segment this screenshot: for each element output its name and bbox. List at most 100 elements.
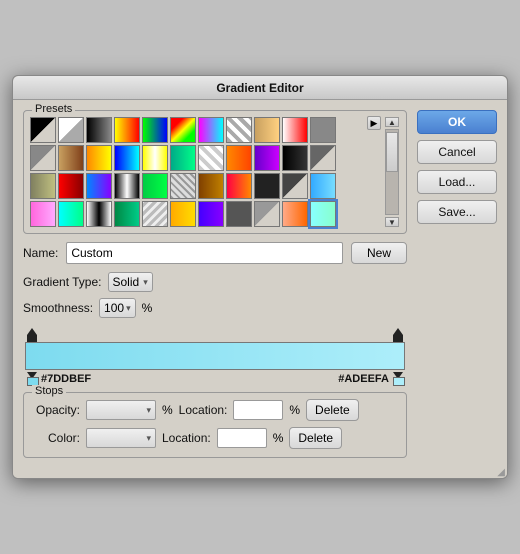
swatch-42[interactable] [254, 201, 280, 227]
gradient-type-arrow: ▾ [143, 277, 148, 288]
name-input[interactable] [66, 242, 343, 264]
smoothness-row: Smoothness: 100 ▾ % [23, 298, 407, 318]
stops-group-label: Stops [32, 385, 66, 397]
swatch-10[interactable] [282, 117, 308, 143]
color-select[interactable]: ▾ [86, 428, 156, 448]
gradient-editor-window: Gradient Editor Presets ▶ ▲ ▼ [12, 75, 508, 479]
scroll-up-arrow[interactable]: ▲ [385, 117, 399, 127]
opacity-row: Opacity: ▾ % Location: % Delete [32, 399, 398, 421]
left-panel: Presets ▶ ▲ ▼ Name: [23, 110, 407, 458]
stops-group: Stops Opacity: ▾ % Location: % Delete [23, 392, 407, 458]
color-location-unit: % [273, 431, 284, 445]
color-location-input[interactable] [217, 428, 267, 448]
swatch-15[interactable] [114, 145, 140, 171]
swatch-12[interactable] [30, 145, 56, 171]
gradient-type-select[interactable]: Solid ▾ [108, 272, 153, 292]
swatch-22[interactable] [310, 145, 336, 171]
swatch-40[interactable] [198, 201, 224, 227]
scroll-track[interactable] [385, 129, 399, 215]
smoothness-value: 100 [104, 301, 124, 315]
load-button[interactable]: Load... [417, 170, 497, 194]
swatch-18[interactable] [198, 145, 224, 171]
swatch-21[interactable] [282, 145, 308, 171]
scroll-down-arrow[interactable]: ▼ [385, 217, 399, 227]
name-row: Name: New [23, 242, 407, 264]
swatch-23[interactable] [30, 173, 56, 199]
gradient-right-color-value: #ADEEFA [338, 373, 389, 385]
color-location-label: Location: [162, 431, 211, 445]
opacity-select[interactable]: ▾ [86, 400, 156, 420]
swatch-9[interactable] [254, 117, 280, 143]
swatch-39[interactable] [170, 201, 196, 227]
swatch-29[interactable] [198, 173, 224, 199]
swatch-36[interactable] [86, 201, 112, 227]
color-stop-icon-right[interactable] [393, 372, 403, 386]
ok-button[interactable]: OK [417, 110, 497, 134]
titlebar: Gradient Editor [13, 76, 507, 100]
scroll-thumb[interactable] [386, 132, 398, 172]
swatch-14[interactable] [86, 145, 112, 171]
swatch-28[interactable] [170, 173, 196, 199]
new-button[interactable]: New [351, 242, 407, 264]
color-row: Color: ▾ Location: % Delete [32, 427, 398, 449]
presets-grid [30, 117, 380, 227]
swatch-43[interactable] [282, 201, 308, 227]
presets-nav-arrow[interactable]: ▶ [367, 116, 381, 130]
swatch-6[interactable] [170, 117, 196, 143]
gradient-type-row: Gradient Type: Solid ▾ [23, 272, 407, 292]
main-content: Presets ▶ ▲ ▼ Name: [13, 100, 507, 468]
gradient-bar[interactable] [25, 342, 405, 370]
swatch-32[interactable] [282, 173, 308, 199]
swatch-3[interactable] [86, 117, 112, 143]
swatch-1[interactable] [30, 117, 56, 143]
swatch-30[interactable] [226, 173, 252, 199]
gradient-left-color: #7DDBEF [27, 372, 91, 386]
opacity-stops-row [23, 328, 407, 342]
swatch-24[interactable] [58, 173, 84, 199]
smoothness-select[interactable]: 100 ▾ [99, 298, 136, 318]
swatch-4[interactable] [114, 117, 140, 143]
swatch-34[interactable] [30, 201, 56, 227]
swatch-11[interactable] [310, 117, 336, 143]
cancel-button[interactable]: Cancel [417, 140, 497, 164]
smoothness-unit: % [142, 301, 153, 315]
opacity-delete-button[interactable]: Delete [306, 399, 359, 421]
swatch-7[interactable] [198, 117, 224, 143]
swatch-8[interactable] [226, 117, 252, 143]
swatch-27[interactable] [142, 173, 168, 199]
smoothness-arrow: ▾ [126, 303, 131, 314]
save-button[interactable]: Save... [417, 200, 497, 224]
swatch-37[interactable] [114, 201, 140, 227]
resize-grip[interactable]: ◢ [497, 467, 505, 478]
swatch-2[interactable] [58, 117, 84, 143]
swatch-5[interactable] [142, 117, 168, 143]
presets-group: Presets ▶ ▲ ▼ [23, 110, 407, 234]
swatch-13[interactable] [58, 145, 84, 171]
swatch-20[interactable] [254, 145, 280, 171]
opacity-label: Opacity: [32, 403, 80, 417]
presets-label: Presets [32, 103, 75, 115]
swatch-19[interactable] [226, 145, 252, 171]
swatch-35[interactable] [58, 201, 84, 227]
swatch-16[interactable] [142, 145, 168, 171]
gradient-area: #7DDBEF #ADEEFA [23, 328, 407, 388]
opacity-stop-left[interactable] [27, 328, 37, 342]
right-panel: OK Cancel Load... Save... [417, 110, 497, 458]
presets-scrollbar: ▲ ▼ [384, 117, 400, 227]
swatch-17[interactable] [170, 145, 196, 171]
color-stop-icon-left[interactable] [27, 372, 37, 386]
opacity-location-unit: % [289, 403, 300, 417]
swatch-25[interactable] [86, 173, 112, 199]
swatch-44[interactable] [310, 201, 336, 227]
color-label: Color: [32, 431, 80, 445]
opacity-unit: % [162, 403, 173, 417]
swatch-31[interactable] [254, 173, 280, 199]
window-title: Gradient Editor [216, 81, 303, 95]
opacity-stop-right[interactable] [393, 328, 403, 342]
swatch-33[interactable] [310, 173, 336, 199]
color-delete-button[interactable]: Delete [289, 427, 342, 449]
swatch-38[interactable] [142, 201, 168, 227]
opacity-location-input[interactable] [233, 400, 283, 420]
swatch-41[interactable] [226, 201, 252, 227]
swatch-26[interactable] [114, 173, 140, 199]
